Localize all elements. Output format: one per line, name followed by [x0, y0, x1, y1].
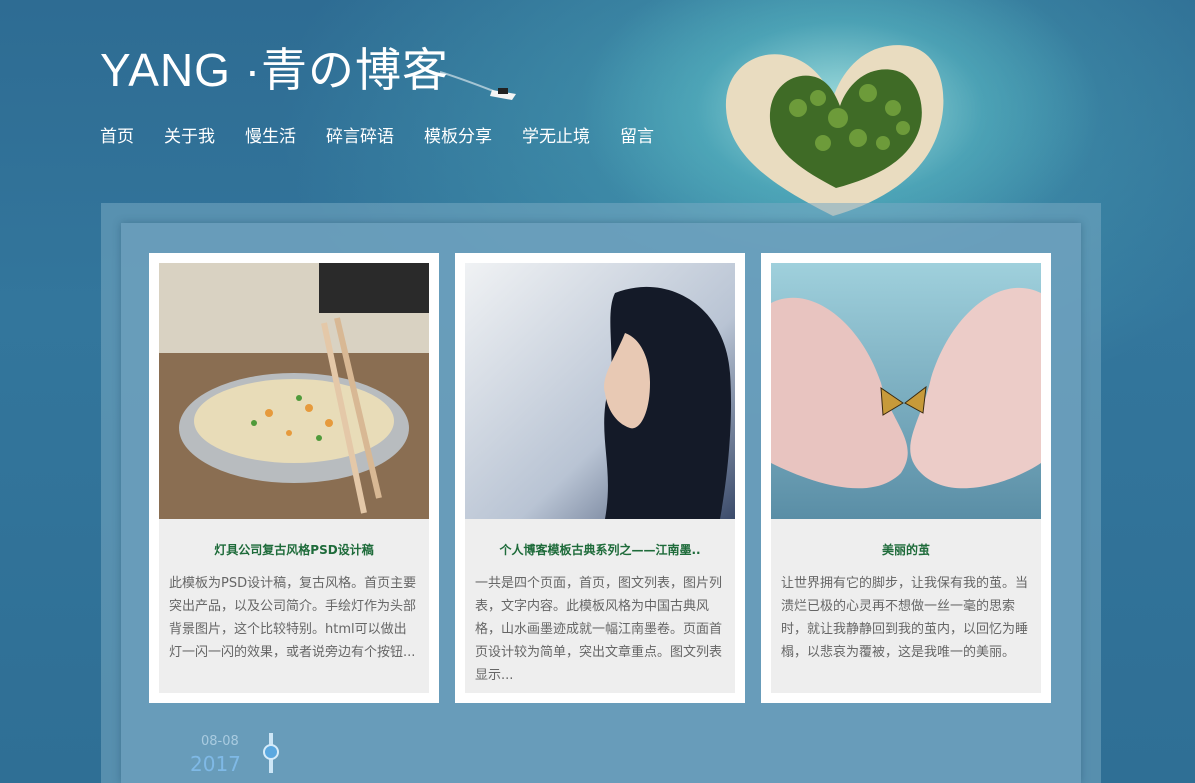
boat-icon: [440, 71, 516, 100]
card-body: 个人博客模板古典系列之——江南墨.. 一共是四个页面，首页，图文列表，图片列表，…: [465, 519, 735, 693]
main-nav: 首页 关于我 慢生活 碎言碎语 模板分享 学无止境 留言: [100, 122, 684, 147]
card-description: 一共是四个页面，首页，图文列表，图片列表，文字内容。此模板风格为中国古典风格，山…: [475, 576, 723, 683]
nav-item-learning[interactable]: 学无止境: [522, 122, 590, 147]
timeline-year: 2017: [190, 752, 241, 776]
heart-island-image: [725, 45, 944, 216]
timeline-date: 08-08: [201, 734, 239, 749]
nav-item-home[interactable]: 首页: [100, 122, 134, 147]
card-title[interactable]: 个人博客模板古典系列之——江南墨..: [477, 541, 723, 558]
article-card[interactable]: 灯具公司复古风格PSD设计稿 此模板为PSD设计稿，复古风格。首页主要突出产品，…: [149, 253, 439, 703]
nav-item-slow-life[interactable]: 慢生活: [245, 122, 296, 147]
nav-item-templates[interactable]: 模板分享: [424, 122, 492, 147]
article-card[interactable]: 美丽的茧 让世界拥有它的脚步，让我保有我的茧。当溃烂已极的心灵再不想做一丝一毫的…: [761, 253, 1051, 703]
card-title[interactable]: 灯具公司复古风格PSD设计稿: [171, 541, 417, 558]
timeline-dot: [263, 744, 279, 760]
card-image-rice-bowl[interactable]: [159, 263, 429, 519]
card-image-girl-portrait[interactable]: [465, 263, 735, 519]
site-title: YANG ·青の博客: [100, 44, 450, 96]
card-body: 美丽的茧 让世界拥有它的脚步，让我保有我的茧。当溃烂已极的心灵再不想做一丝一毫的…: [771, 519, 1041, 693]
nav-item-musings[interactable]: 碎言碎语: [326, 122, 394, 147]
nav-item-about[interactable]: 关于我: [164, 122, 215, 147]
card-description: 让世界拥有它的脚步，让我保有我的茧。当溃烂已极的心灵再不想做一丝一毫的思索时，就…: [781, 576, 1029, 660]
card-image-butterfly-hands[interactable]: [771, 263, 1041, 519]
article-card[interactable]: 个人博客模板古典系列之——江南墨.. 一共是四个页面，首页，图文列表，图片列表，…: [455, 253, 745, 703]
card-body: 灯具公司复古风格PSD设计稿 此模板为PSD设计稿，复古风格。首页主要突出产品，…: [159, 519, 429, 693]
card-description: 此模板为PSD设计稿，复古风格。首页主要突出产品，以及公司简介。手绘灯作为头部背…: [169, 576, 417, 660]
nav-item-guestbook[interactable]: 留言: [620, 122, 654, 147]
card-title[interactable]: 美丽的茧: [783, 541, 1029, 558]
